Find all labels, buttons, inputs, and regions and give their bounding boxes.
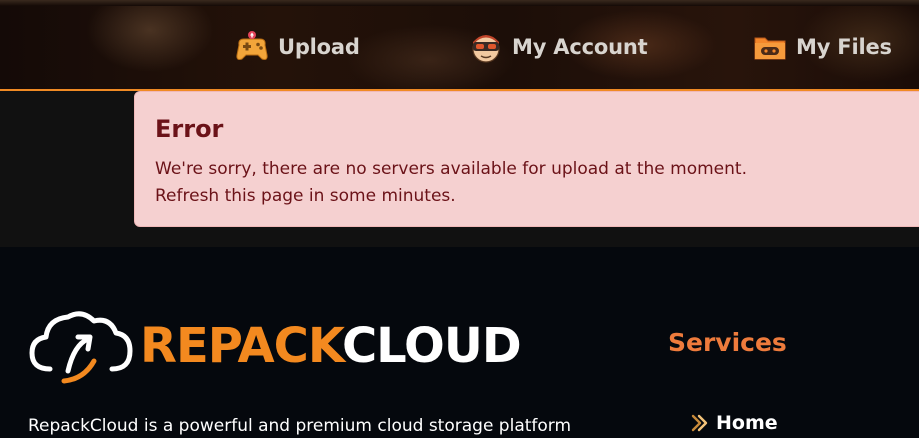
footer-description: RepackCloud is a powerful and premium cl… (28, 416, 572, 436)
nav-my-files-link[interactable]: My Files (752, 28, 892, 66)
alert-message-line-1: We're sorry, there are no servers availa… (155, 159, 747, 179)
gamepad-upload-icon (234, 29, 270, 65)
logo-wordmark: REPACKCLOUD (140, 305, 522, 387)
alert-message-line-2: Refresh this page in some minutes. (155, 186, 456, 206)
goggles-avatar-icon (468, 29, 504, 65)
footer-logo[interactable]: REPACKCLOUD (28, 305, 522, 387)
logo-wordmark-part-2: CLOUD (341, 318, 522, 374)
error-alert: Error We're sorry, there are no servers … (134, 91, 919, 227)
header-top-border (0, 0, 919, 6)
folder-gamepad-icon (752, 29, 788, 65)
double-chevron-right-icon (690, 413, 710, 433)
cloud-upload-logo-icon (28, 305, 134, 387)
services-heading: Services (668, 328, 787, 357)
site-footer: REPACKCLOUD Services RepackCloud is a po… (0, 247, 919, 436)
nav-my-account-label: My Account (512, 35, 648, 59)
nav-upload-label: Upload (278, 35, 360, 59)
nav-my-account-link[interactable]: My Account (468, 28, 648, 66)
logo-wordmark-part-1: REPACK (140, 318, 343, 374)
alert-title: Error (155, 115, 224, 143)
services-link-home-label: Home (716, 412, 778, 434)
nav-my-files-label: My Files (796, 35, 892, 59)
services-link-home[interactable]: Home (690, 412, 778, 434)
site-header: Upload My Account My Files (0, 0, 919, 91)
nav-upload-link[interactable]: Upload (234, 28, 360, 66)
